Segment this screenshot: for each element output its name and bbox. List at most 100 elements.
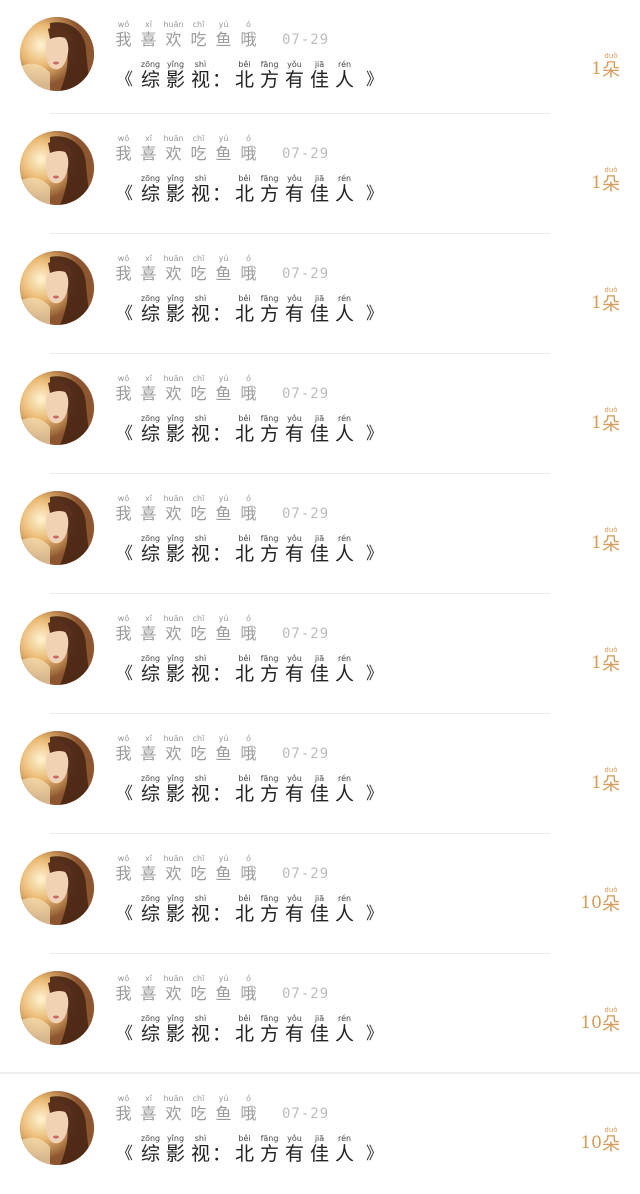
ruby-char: wǒ 我 <box>112 134 135 164</box>
ruby-char: zōng 综 <box>139 1014 162 1044</box>
list-item[interactable]: wǒ 我 xǐ 喜 huān 欢 chī 吃 yú 鱼 ó 哦 07-29 《 zōng 综 yǐng 影 s… <box>0 834 640 954</box>
book-title[interactable]: 《 zōng 综 yǐng 影 shì 视 ： běi 北 fāng 方 yǒu 有 jiā 佳 rén 人… <box>112 288 520 324</box>
username[interactable]: wǒ 我 xǐ 喜 huān 欢 chī 吃 yú 鱼 ó 哦 <box>112 1094 262 1124</box>
list-item[interactable]: wǒ 我 xǐ 喜 huān 欢 chī 吃 yú 鱼 ó 哦 07-29 《 zōng 综 yǐng 影 s… <box>0 354 640 474</box>
entry-date: 07-29 <box>282 986 330 1002</box>
title-open-bracket: 《 <box>116 424 133 444</box>
title-close-bracket: 》 <box>366 784 384 804</box>
hanzi: 欢 <box>165 624 182 643</box>
entry-text: wǒ 我 xǐ 喜 huān 欢 chī 吃 yú 鱼 ó 哦 07-29 《 zōng 综 yǐng 影 s… <box>112 374 520 444</box>
hanzi: 人 <box>335 1023 355 1045</box>
pinyin: wǒ <box>117 614 130 623</box>
list-item[interactable]: wǒ 我 xǐ 喜 huān 欢 chī 吃 yú 鱼 ó 哦 07-29 《 zōng 综 yǐng 影 s… <box>0 234 640 354</box>
avatar[interactable] <box>20 611 94 685</box>
hanzi: 综 <box>140 303 160 325</box>
title-colon: ： <box>212 1143 232 1165</box>
avatar[interactable] <box>20 251 94 325</box>
avatar-portrait-icon <box>20 971 94 1045</box>
pinyin: yú <box>218 734 229 743</box>
ruby-char: fāng 方 <box>258 1134 281 1164</box>
ruby-char: yú 鱼 <box>212 254 235 284</box>
pinyin: xǐ <box>145 614 152 623</box>
avatar[interactable] <box>20 131 94 205</box>
avatar[interactable] <box>20 731 94 805</box>
book-title[interactable]: 《 zōng 综 yǐng 影 shì 视 ： běi 北 fāng 方 yǒu 有 jiā 佳 rén 人… <box>112 408 520 444</box>
book-title[interactable]: 《 zōng 综 yǐng 影 shì 视 ： běi 北 fāng 方 yǒu 有 jiā 佳 rén 人… <box>112 1128 520 1164</box>
entry-date: 07-29 <box>282 386 330 402</box>
gift-count-unit: duǒ 朵 <box>602 286 620 315</box>
book-title[interactable]: 《 zōng 综 yǐng 影 shì 视 ： běi 北 fāng 方 yǒu 有 jiā 佳 rén 人… <box>112 54 520 90</box>
ruby-char: yǒu 有 <box>283 414 306 444</box>
pinyin: yú <box>218 974 229 983</box>
entry-date: 07-29 <box>282 146 330 162</box>
title-colon: ： <box>212 663 232 685</box>
hanzi: 北 <box>235 1143 255 1165</box>
book-title[interactable]: 《 zōng 综 yǐng 影 shì 视 ： běi 北 fāng 方 yǒu 有 jiā 佳 rén 人… <box>112 1008 520 1044</box>
list-item[interactable]: wǒ 我 xǐ 喜 huān 欢 chī 吃 yú 鱼 ó 哦 07-29 《 zōng 综 yǐng 影 s… <box>0 474 640 594</box>
book-title[interactable]: 《 zōng 综 yǐng 影 shì 视 ： běi 北 fāng 方 yǒu 有 jiā 佳 rén 人… <box>112 648 520 684</box>
gift-count-unit: duǒ 朵 <box>602 886 620 915</box>
avatar[interactable] <box>20 851 94 925</box>
ruby-char: chī 吃 <box>187 614 210 644</box>
ruby-char: chī 吃 <box>187 20 210 50</box>
ruby-char: shì 视 <box>189 1134 212 1164</box>
list-item[interactable]: wǒ 我 xǐ 喜 huān 欢 chī 吃 yú 鱼 ó 哦 07-29 《 zōng 综 yǐng 影 s… <box>0 954 640 1074</box>
hanzi: 视 <box>190 663 210 685</box>
username[interactable]: wǒ 我 xǐ 喜 huān 欢 chī 吃 yú 鱼 ó 哦 <box>112 374 262 404</box>
book-title[interactable]: 《 zōng 综 yǐng 影 shì 视 ： běi 北 fāng 方 yǒu 有 jiā 佳 rén 人… <box>112 888 520 924</box>
username[interactable]: wǒ 我 xǐ 喜 huān 欢 chī 吃 yú 鱼 ó 哦 <box>112 614 262 644</box>
list-item[interactable]: wǒ 我 xǐ 喜 huān 欢 chī 吃 yú 鱼 ó 哦 07-29 《 zōng 综 yǐng 影 s… <box>0 0 640 114</box>
title-colon: ： <box>212 183 232 205</box>
book-title[interactable]: 《 zōng 综 yǐng 影 shì 视 ： běi 北 fāng 方 yǒu 有 jiā 佳 rén 人… <box>112 768 520 804</box>
avatar[interactable] <box>20 371 94 445</box>
pinyin: ó <box>246 974 251 983</box>
ruby-char: zōng 综 <box>139 60 162 90</box>
avatar[interactable] <box>20 1091 94 1165</box>
ruby-char: huān 欢 <box>162 854 185 884</box>
avatar[interactable] <box>20 971 94 1045</box>
username[interactable]: wǒ 我 xǐ 喜 huān 欢 chī 吃 yú 鱼 ó 哦 <box>112 854 262 884</box>
username[interactable]: wǒ 我 xǐ 喜 huān 欢 chī 吃 yú 鱼 ó 哦 <box>112 734 262 764</box>
ruby-char: chī 吃 <box>187 854 210 884</box>
hanzi: 北 <box>235 69 255 91</box>
hanzi: 影 <box>165 1023 185 1045</box>
avatar-portrait-icon <box>20 17 94 91</box>
ruby-char: ó哦 <box>237 254 260 284</box>
avatar[interactable] <box>20 17 94 91</box>
username[interactable]: wǒ 我 xǐ 喜 huān 欢 chī 吃 yú 鱼 ó 哦 <box>112 974 262 1004</box>
ruby-char: fāng 方 <box>258 294 281 324</box>
username[interactable]: wǒ 我 xǐ 喜 huān 欢 chī 吃 yú 鱼 ó 哦 <box>112 134 262 164</box>
hanzi: 影 <box>165 69 185 91</box>
ruby-char: fāng 方 <box>258 414 281 444</box>
gift-count-number: 10 <box>580 893 602 913</box>
list-item[interactable]: wǒ 我 xǐ 喜 huān 欢 chī 吃 yú 鱼 ó 哦 07-29 《 zōng 综 yǐng 影 s… <box>0 714 640 834</box>
avatar[interactable] <box>20 491 94 565</box>
book-title[interactable]: 《 zōng 综 yǐng 影 shì 视 ： běi 北 fāng 方 yǒu 有 jiā 佳 rén 人… <box>112 528 520 564</box>
hanzi: 鱼 <box>215 30 232 49</box>
ruby-char: yǒu 有 <box>283 294 306 324</box>
ruby-char: huān 欢 <box>162 974 185 1004</box>
list-item[interactable]: wǒ 我 xǐ 喜 huān 欢 chī 吃 yú 鱼 ó 哦 07-29 《 zōng 综 yǐng 影 s… <box>0 1074 640 1194</box>
hanzi: 有 <box>285 903 305 925</box>
hanzi: 人 <box>335 303 355 325</box>
hanzi: 佳 <box>310 783 330 805</box>
title-close-bracket: 》 <box>366 70 384 90</box>
list-item[interactable]: wǒ 我 xǐ 喜 huān 欢 chī 吃 yú 鱼 ó 哦 07-29 《 zōng 综 yǐng 影 s… <box>0 114 640 234</box>
list-item[interactable]: wǒ 我 xǐ 喜 huān 欢 chī 吃 yú 鱼 ó 哦 07-29 《 zōng 综 yǐng 影 s… <box>0 594 640 714</box>
title-colon: ： <box>212 423 232 445</box>
hanzi: 北 <box>235 663 255 685</box>
title-close-bracket: 》 <box>366 1024 384 1044</box>
username[interactable]: wǒ 我 xǐ 喜 huān 欢 chī 吃 yú 鱼 ó 哦 <box>112 494 262 524</box>
ruby-char: jiā 佳 <box>308 174 331 204</box>
book-title[interactable]: 《 zōng 综 yǐng 影 shì 视 ： běi 北 fāng 方 yǒu 有 jiā 佳 rén 人… <box>112 168 520 204</box>
username[interactable]: wǒ 我 xǐ 喜 huān 欢 chī 吃 yú 鱼 ó 哦 <box>112 20 262 50</box>
hanzi: 欢 <box>165 30 182 49</box>
ruby-char: yǒu 有 <box>283 174 306 204</box>
ruby-char: xǐ 喜 <box>137 614 160 644</box>
hanzi: 北 <box>235 543 255 565</box>
hanzi: 我 <box>115 384 132 403</box>
pinyin: yú <box>218 854 229 863</box>
hanzi: 鱼 <box>215 504 232 523</box>
ruby-char: jiā 佳 <box>308 414 331 444</box>
username[interactable]: wǒ 我 xǐ 喜 huān 欢 chī 吃 yú 鱼 ó 哦 <box>112 254 262 284</box>
